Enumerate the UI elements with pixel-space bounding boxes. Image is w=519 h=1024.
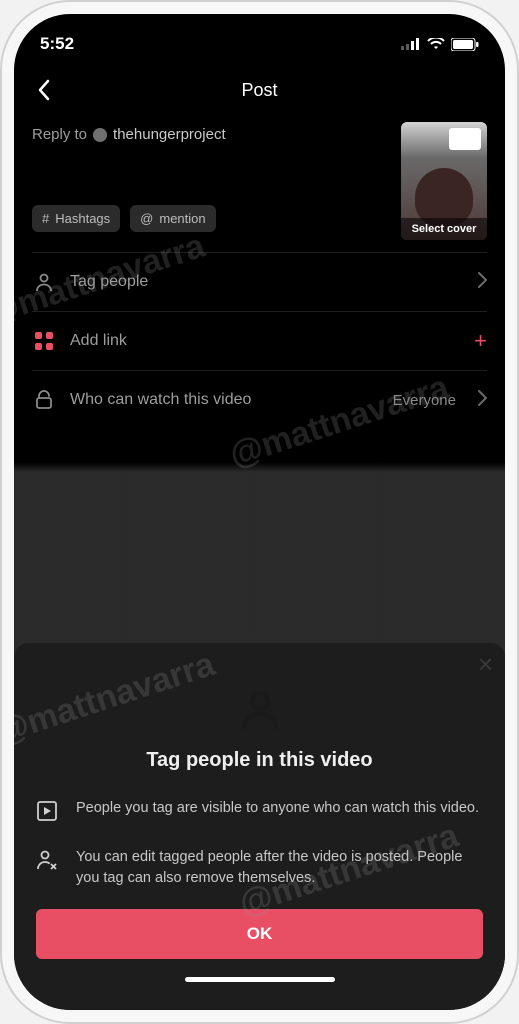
- person-large-icon: [238, 687, 282, 731]
- sheet-bullet-edit-text: You can edit tagged people after the vid…: [76, 847, 483, 889]
- sheet-hero-icon: [36, 687, 483, 731]
- close-icon: ×: [478, 649, 493, 679]
- sheet-bullet-visibility-text: People you tag are visible to anyone who…: [76, 798, 479, 827]
- home-indicator[interactable]: [185, 977, 335, 982]
- sheet-bullet-visibility: People you tag are visible to anyone who…: [36, 798, 483, 827]
- ok-button[interactable]: OK: [36, 909, 483, 959]
- sheet-title: Tag people in this video: [36, 749, 483, 772]
- phone-screen: @mattnavarra @mattnavarra @mattnavarra @…: [14, 14, 505, 1010]
- sheet-bullet-edit: You can edit tagged people after the vid…: [36, 847, 483, 889]
- tag-info-sheet: × Tag people in this video People you ta…: [14, 643, 505, 1010]
- person-x-icon: [36, 849, 62, 889]
- sheet-close-button[interactable]: ×: [478, 651, 493, 677]
- ok-button-label: OK: [247, 924, 273, 944]
- video-icon: [36, 800, 62, 827]
